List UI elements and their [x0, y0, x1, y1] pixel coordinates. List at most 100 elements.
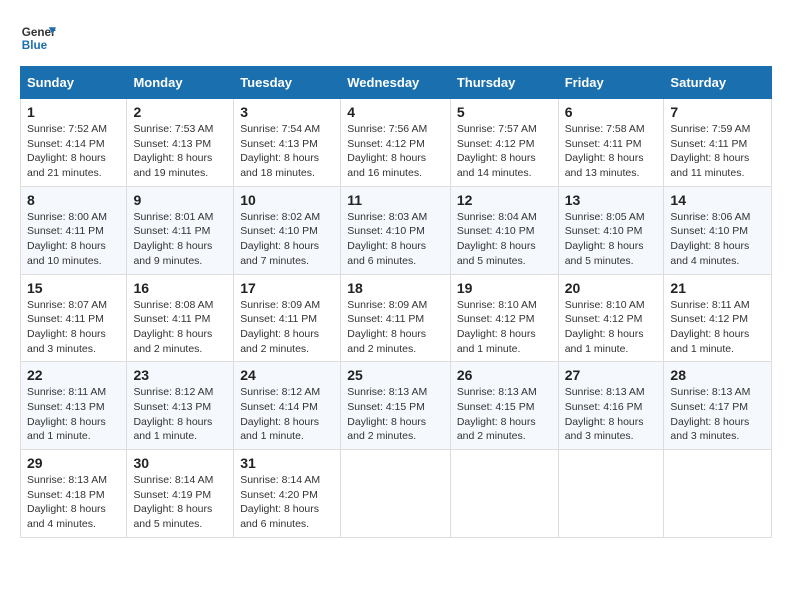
cell-content: Sunrise: 8:05 AMSunset: 4:10 PMDaylight:…	[565, 211, 645, 267]
day-number: 25	[347, 367, 444, 383]
cell-content: Sunrise: 8:06 AMSunset: 4:10 PMDaylight:…	[670, 211, 750, 267]
day-number: 28	[670, 367, 765, 383]
day-number: 22	[27, 367, 120, 383]
calendar-cell: 2 Sunrise: 7:53 AMSunset: 4:13 PMDayligh…	[127, 99, 234, 187]
day-number: 7	[670, 104, 765, 120]
cell-content: Sunrise: 8:09 AMSunset: 4:11 PMDaylight:…	[347, 299, 427, 355]
calendar-cell: 11 Sunrise: 8:03 AMSunset: 4:10 PMDaylig…	[341, 186, 451, 274]
calendar-cell: 23 Sunrise: 8:12 AMSunset: 4:13 PMDaylig…	[127, 362, 234, 450]
cell-content: Sunrise: 8:13 AMSunset: 4:17 PMDaylight:…	[670, 386, 750, 442]
day-number: 5	[457, 104, 552, 120]
week-row: 29 Sunrise: 8:13 AMSunset: 4:18 PMDaylig…	[21, 450, 772, 538]
week-row: 22 Sunrise: 8:11 AMSunset: 4:13 PMDaylig…	[21, 362, 772, 450]
cell-content: Sunrise: 8:11 AMSunset: 4:13 PMDaylight:…	[27, 386, 106, 442]
day-number: 17	[240, 280, 334, 296]
day-number: 27	[565, 367, 658, 383]
calendar-cell	[341, 450, 451, 538]
calendar-cell: 29 Sunrise: 8:13 AMSunset: 4:18 PMDaylig…	[21, 450, 127, 538]
cell-content: Sunrise: 8:13 AMSunset: 4:16 PMDaylight:…	[565, 386, 645, 442]
cell-content: Sunrise: 8:00 AMSunset: 4:11 PMDaylight:…	[27, 211, 107, 267]
day-number: 18	[347, 280, 444, 296]
calendar-cell: 15 Sunrise: 8:07 AMSunset: 4:11 PMDaylig…	[21, 274, 127, 362]
calendar-cell	[664, 450, 772, 538]
calendar-cell: 1 Sunrise: 7:52 AMSunset: 4:14 PMDayligh…	[21, 99, 127, 187]
day-number: 16	[133, 280, 227, 296]
day-number: 15	[27, 280, 120, 296]
day-number: 2	[133, 104, 227, 120]
cell-content: Sunrise: 8:10 AMSunset: 4:12 PMDaylight:…	[457, 299, 537, 355]
cell-content: Sunrise: 8:12 AMSunset: 4:14 PMDaylight:…	[240, 386, 320, 442]
cell-content: Sunrise: 8:01 AMSunset: 4:11 PMDaylight:…	[133, 211, 213, 267]
column-header-sunday: Sunday	[21, 67, 127, 99]
calendar-cell: 6 Sunrise: 7:58 AMSunset: 4:11 PMDayligh…	[558, 99, 664, 187]
day-number: 12	[457, 192, 552, 208]
cell-content: Sunrise: 8:10 AMSunset: 4:12 PMDaylight:…	[565, 299, 645, 355]
calendar-cell: 24 Sunrise: 8:12 AMSunset: 4:14 PMDaylig…	[234, 362, 341, 450]
column-header-tuesday: Tuesday	[234, 67, 341, 99]
day-number: 11	[347, 192, 444, 208]
day-number: 21	[670, 280, 765, 296]
calendar-cell	[558, 450, 664, 538]
week-row: 1 Sunrise: 7:52 AMSunset: 4:14 PMDayligh…	[21, 99, 772, 187]
day-number: 29	[27, 455, 120, 471]
logo-icon: General Blue	[20, 20, 56, 56]
calendar-cell: 17 Sunrise: 8:09 AMSunset: 4:11 PMDaylig…	[234, 274, 341, 362]
day-number: 24	[240, 367, 334, 383]
calendar-cell: 4 Sunrise: 7:56 AMSunset: 4:12 PMDayligh…	[341, 99, 451, 187]
cell-content: Sunrise: 8:12 AMSunset: 4:13 PMDaylight:…	[133, 386, 213, 442]
cell-content: Sunrise: 8:11 AMSunset: 4:12 PMDaylight:…	[670, 299, 749, 355]
day-number: 30	[133, 455, 227, 471]
calendar-cell: 27 Sunrise: 8:13 AMSunset: 4:16 PMDaylig…	[558, 362, 664, 450]
calendar-cell	[450, 450, 558, 538]
cell-content: Sunrise: 8:09 AMSunset: 4:11 PMDaylight:…	[240, 299, 320, 355]
day-number: 23	[133, 367, 227, 383]
day-number: 31	[240, 455, 334, 471]
column-header-wednesday: Wednesday	[341, 67, 451, 99]
logo: General Blue	[20, 20, 56, 56]
calendar-cell: 18 Sunrise: 8:09 AMSunset: 4:11 PMDaylig…	[341, 274, 451, 362]
calendar-cell: 31 Sunrise: 8:14 AMSunset: 4:20 PMDaylig…	[234, 450, 341, 538]
day-number: 6	[565, 104, 658, 120]
day-number: 13	[565, 192, 658, 208]
calendar-cell: 9 Sunrise: 8:01 AMSunset: 4:11 PMDayligh…	[127, 186, 234, 274]
calendar-cell: 30 Sunrise: 8:14 AMSunset: 4:19 PMDaylig…	[127, 450, 234, 538]
calendar-cell: 13 Sunrise: 8:05 AMSunset: 4:10 PMDaylig…	[558, 186, 664, 274]
column-header-saturday: Saturday	[664, 67, 772, 99]
cell-content: Sunrise: 8:07 AMSunset: 4:11 PMDaylight:…	[27, 299, 107, 355]
week-row: 8 Sunrise: 8:00 AMSunset: 4:11 PMDayligh…	[21, 186, 772, 274]
day-number: 3	[240, 104, 334, 120]
day-number: 26	[457, 367, 552, 383]
day-number: 4	[347, 104, 444, 120]
calendar-table: SundayMondayTuesdayWednesdayThursdayFrid…	[20, 66, 772, 538]
cell-content: Sunrise: 7:54 AMSunset: 4:13 PMDaylight:…	[240, 123, 320, 179]
day-number: 8	[27, 192, 120, 208]
calendar-cell: 25 Sunrise: 8:13 AMSunset: 4:15 PMDaylig…	[341, 362, 451, 450]
calendar-cell: 20 Sunrise: 8:10 AMSunset: 4:12 PMDaylig…	[558, 274, 664, 362]
cell-content: Sunrise: 7:52 AMSunset: 4:14 PMDaylight:…	[27, 123, 107, 179]
cell-content: Sunrise: 7:58 AMSunset: 4:11 PMDaylight:…	[565, 123, 645, 179]
week-row: 15 Sunrise: 8:07 AMSunset: 4:11 PMDaylig…	[21, 274, 772, 362]
day-number: 9	[133, 192, 227, 208]
svg-text:Blue: Blue	[22, 39, 48, 52]
calendar-cell: 12 Sunrise: 8:04 AMSunset: 4:10 PMDaylig…	[450, 186, 558, 274]
calendar-cell: 21 Sunrise: 8:11 AMSunset: 4:12 PMDaylig…	[664, 274, 772, 362]
calendar-cell: 19 Sunrise: 8:10 AMSunset: 4:12 PMDaylig…	[450, 274, 558, 362]
cell-content: Sunrise: 8:03 AMSunset: 4:10 PMDaylight:…	[347, 211, 427, 267]
column-header-thursday: Thursday	[450, 67, 558, 99]
cell-content: Sunrise: 8:13 AMSunset: 4:18 PMDaylight:…	[27, 474, 107, 530]
cell-content: Sunrise: 8:13 AMSunset: 4:15 PMDaylight:…	[457, 386, 537, 442]
calendar-cell: 28 Sunrise: 8:13 AMSunset: 4:17 PMDaylig…	[664, 362, 772, 450]
calendar-cell: 26 Sunrise: 8:13 AMSunset: 4:15 PMDaylig…	[450, 362, 558, 450]
cell-content: Sunrise: 7:56 AMSunset: 4:12 PMDaylight:…	[347, 123, 427, 179]
cell-content: Sunrise: 7:59 AMSunset: 4:11 PMDaylight:…	[670, 123, 750, 179]
day-number: 19	[457, 280, 552, 296]
page-header: General Blue	[20, 20, 772, 56]
cell-content: Sunrise: 7:53 AMSunset: 4:13 PMDaylight:…	[133, 123, 213, 179]
cell-content: Sunrise: 8:02 AMSunset: 4:10 PMDaylight:…	[240, 211, 320, 267]
calendar-cell: 5 Sunrise: 7:57 AMSunset: 4:12 PMDayligh…	[450, 99, 558, 187]
calendar-cell: 8 Sunrise: 8:00 AMSunset: 4:11 PMDayligh…	[21, 186, 127, 274]
cell-content: Sunrise: 8:13 AMSunset: 4:15 PMDaylight:…	[347, 386, 427, 442]
calendar-cell: 16 Sunrise: 8:08 AMSunset: 4:11 PMDaylig…	[127, 274, 234, 362]
day-number: 14	[670, 192, 765, 208]
cell-content: Sunrise: 8:08 AMSunset: 4:11 PMDaylight:…	[133, 299, 213, 355]
